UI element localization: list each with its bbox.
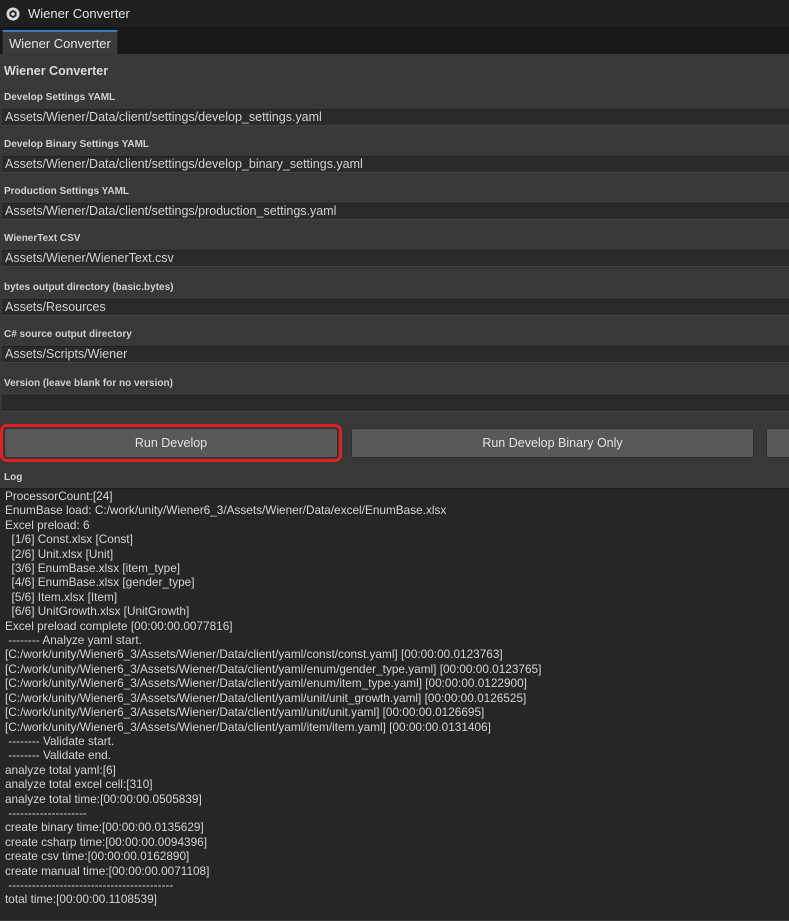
- log-line: create csharp time:[00:00:00.0094396]: [5, 834, 207, 849]
- wienertext-csv-field[interactable]: Assets/Wiener/WienerText.csv: [2, 250, 789, 267]
- log-line: Excel preload: 6: [5, 517, 90, 532]
- log-line: [5/6] Item.xlsx [Item]: [5, 589, 118, 604]
- develop-binary-settings-label: Develop Binary Settings YAML: [4, 139, 150, 150]
- log-line: --------------------: [5, 805, 87, 820]
- window-title: Wiener Converter: [28, 6, 130, 21]
- log-line: [1/6] Const.xlsx [Const]: [5, 532, 133, 547]
- third-action-button[interactable]: [766, 428, 789, 458]
- log-label: Log: [4, 472, 23, 483]
- unity-icon: [6, 7, 20, 21]
- run-develop-binary-only-button[interactable]: Run Develop Binary Only: [351, 428, 754, 458]
- develop-settings-label: Develop Settings YAML: [4, 92, 116, 103]
- action-buttons: Run Develop Run Develop Binary Only: [0, 424, 789, 462]
- log-line: [C:/work/unity/Wiener6_3/Assets/Wiener/D…: [5, 719, 491, 734]
- log-line: create binary time:[00:00:00.0135629]: [5, 820, 204, 835]
- production-settings-label: Production Settings YAML: [4, 186, 130, 197]
- log-line: create manual time:[00:00:00.0071108]: [5, 863, 210, 878]
- log-line: [6/6] UnitGrowth.xlsx [UnitGrowth]: [5, 604, 190, 619]
- log-line: total time:[00:00:00.1108539]: [5, 892, 157, 907]
- log-line: EnumBase load: C:/work/unity/Wiener6_3/A…: [5, 503, 447, 518]
- converter-panel: Wiener Converter Develop Settings YAML A…: [0, 54, 789, 921]
- log-line: [C:/work/unity/Wiener6_3/Assets/Wiener/D…: [5, 705, 485, 720]
- log-line: ProcessorCount:[24]: [5, 489, 113, 503]
- log-line: ----------------------------------------…: [5, 877, 174, 892]
- log-line: -------- Validate end.: [5, 748, 111, 763]
- tab-strip: Wiener Converter: [0, 28, 789, 54]
- log-line: [C:/work/unity/Wiener6_3/Assets/Wiener/D…: [5, 647, 503, 662]
- tab-wiener-converter[interactable]: Wiener Converter: [2, 30, 118, 54]
- develop-settings-field[interactable]: Assets/Wiener/Data/client/settings/devel…: [2, 109, 789, 126]
- run-develop-button[interactable]: Run Develop: [0, 424, 342, 462]
- wienertext-csv-label: WienerText CSV: [4, 233, 81, 244]
- log-line: analyze total excel cell:[310]: [5, 777, 153, 792]
- csharp-output-label: C# source output directory: [4, 329, 132, 340]
- production-settings-field[interactable]: Assets/Wiener/Data/client/settings/produ…: [2, 203, 789, 220]
- version-label: Version (leave blank for no version): [4, 378, 173, 389]
- log-line: create csv time:[00:00:00.0162890]: [5, 849, 190, 864]
- log-line: [C:/work/unity/Wiener6_3/Assets/Wiener/D…: [5, 661, 542, 676]
- log-line: -------- Validate start.: [5, 733, 115, 748]
- develop-binary-settings-field[interactable]: Assets/Wiener/Data/client/settings/devel…: [2, 156, 789, 173]
- log-line: [C:/work/unity/Wiener6_3/Assets/Wiener/D…: [5, 690, 527, 705]
- version-field[interactable]: [2, 395, 789, 412]
- log-line: [3/6] EnumBase.xlsx [item_type]: [5, 561, 181, 576]
- unity-editor-window: Wiener Converter Wiener Converter Wiener…: [0, 0, 789, 921]
- bytes-output-label: bytes output directory (basic.bytes): [4, 282, 174, 293]
- log-line: [4/6] EnumBase.xlsx [gender_type]: [5, 575, 195, 590]
- panel-header: Wiener Converter: [4, 64, 109, 78]
- log-output[interactable]: ProcessorCount:[24] EnumBase load: C:/wor…: [0, 488, 789, 920]
- log-line: [C:/work/unity/Wiener6_3/Assets/Wiener/D…: [5, 676, 527, 691]
- title-bar: Wiener Converter: [0, 0, 789, 28]
- log-line: analyze total yaml:[6]: [5, 762, 116, 777]
- log-line: Excel preload complete [00:00:00.0077816…: [5, 618, 233, 633]
- log-line: [2/6] Unit.xlsx [Unit]: [5, 546, 114, 561]
- bytes-output-field[interactable]: Assets/Resources: [2, 299, 789, 316]
- csharp-output-field[interactable]: Assets/Scripts/Wiener: [2, 346, 789, 363]
- log-line: analyze total time:[00:00:00.0505839]: [5, 791, 202, 806]
- log-line: -------- Analyze yaml start.: [5, 633, 142, 648]
